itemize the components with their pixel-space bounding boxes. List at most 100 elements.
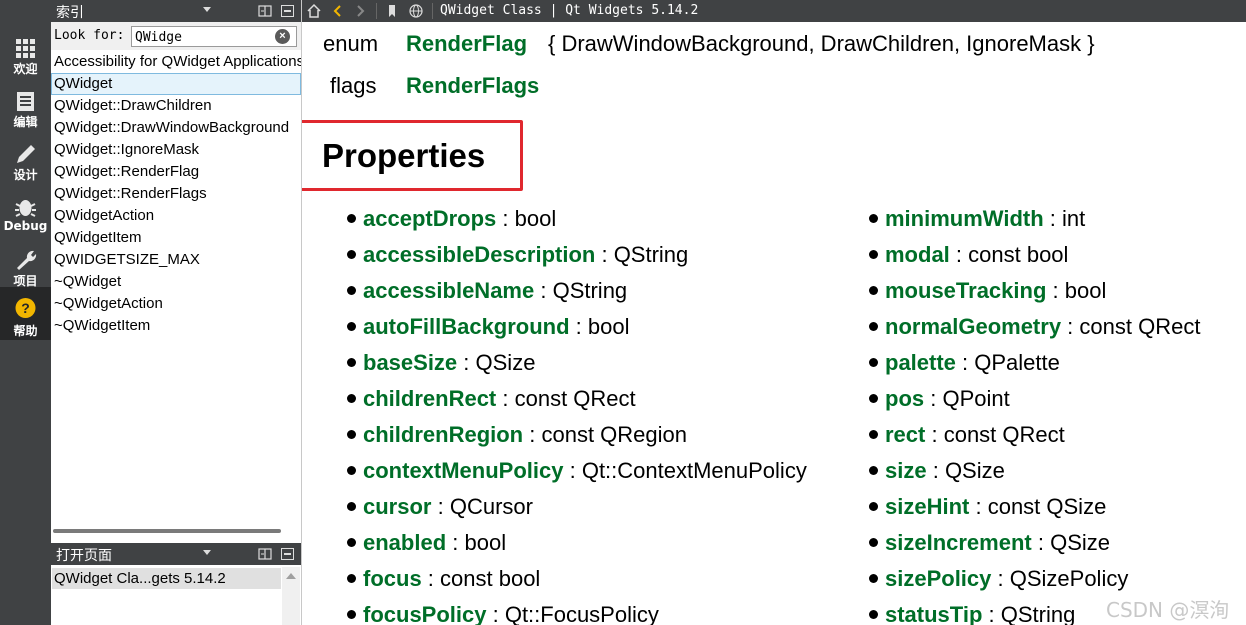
property-separator: : <box>457 350 476 375</box>
index-list-item[interactable]: ~QWidgetItem <box>51 315 301 337</box>
property-type: int <box>1062 206 1086 231</box>
mode-help[interactable]: ? 帮助 <box>0 287 51 340</box>
horizontal-scrollbar[interactable] <box>53 529 281 533</box>
property-name-link[interactable]: modal <box>885 242 950 267</box>
property-name-link[interactable]: sizeIncrement <box>885 530 1032 555</box>
property-type: QString <box>552 278 628 303</box>
property-name-link[interactable]: rect <box>885 422 925 447</box>
lookfor-label: Look for: <box>54 28 125 43</box>
property-item: palette : QPalette <box>869 350 1060 380</box>
scroll-up-icon[interactable] <box>286 573 296 579</box>
index-list-item[interactable]: QWidgetItem <box>51 227 301 249</box>
property-type: bool <box>1064 278 1107 303</box>
property-name-link[interactable]: baseSize <box>363 350 457 375</box>
section-heading: Properties <box>322 137 486 174</box>
mode-edit[interactable]: 编辑 <box>0 84 51 137</box>
index-list-item[interactable]: QWidget::RenderFlag <box>51 161 301 183</box>
back-icon[interactable] <box>330 3 346 19</box>
chevron-down-icon[interactable] <box>203 7 211 12</box>
bullet-icon <box>869 430 878 439</box>
property-item: mouseTracking : bool <box>869 278 1106 308</box>
decl-name-link[interactable]: RenderFlag <box>406 31 527 57</box>
bullet-icon <box>869 358 878 367</box>
split-icon[interactable] <box>258 4 272 18</box>
mode-debug[interactable]: Debug <box>0 190 51 243</box>
bullet-icon <box>869 574 878 583</box>
property-type: Qt::ContextMenuPolicy <box>581 458 807 483</box>
bullet-icon <box>869 394 878 403</box>
property-name-link[interactable]: statusTip <box>885 602 982 625</box>
bookmark-icon[interactable] <box>384 3 400 19</box>
property-name-link[interactable]: childrenRegion <box>363 422 523 447</box>
index-list-item[interactable]: ~QWidgetAction <box>51 293 301 315</box>
property-separator: : <box>486 602 505 625</box>
chevron-down-icon[interactable] <box>203 550 211 555</box>
property-name-link[interactable]: focusPolicy <box>363 602 486 625</box>
forward-icon[interactable] <box>352 3 368 19</box>
mode-design[interactable]: 设计 <box>0 137 51 190</box>
property-name-link[interactable]: contextMenuPolicy <box>363 458 563 483</box>
property-type: QSize <box>475 350 536 375</box>
index-list-item[interactable]: QWidget::DrawWindowBackground <box>51 117 301 139</box>
property-name-link[interactable]: palette <box>885 350 956 375</box>
property-type: QPalette <box>974 350 1060 375</box>
property-separator: : <box>1046 278 1065 303</box>
property-name-link[interactable]: normalGeometry <box>885 314 1061 339</box>
help-toolbar: QWidget Class | Qt Widgets 5.14.2 <box>302 0 1246 22</box>
property-item: pos : QPoint <box>869 386 1010 416</box>
index-list-item[interactable]: QWidget::DrawChildren <box>51 95 301 117</box>
index-list: Accessibility for QWidget Applications QW… <box>51 51 301 529</box>
property-name-link[interactable]: autoFillBackground <box>363 314 570 339</box>
property-name-link[interactable]: minimumWidth <box>885 206 1044 231</box>
close-pane-icon[interactable] <box>281 5 294 17</box>
index-list-item[interactable]: QWIDGETSIZE_MAX <box>51 249 301 271</box>
index-list-item[interactable]: QWidget <box>51 73 301 95</box>
property-name-link[interactable]: sizePolicy <box>885 566 991 591</box>
index-list-item[interactable]: Accessibility for QWidget Applications <box>51 51 301 73</box>
split-icon[interactable] <box>258 547 272 561</box>
property-type: bool <box>514 206 557 231</box>
index-list-item[interactable]: QWidget::RenderFlags <box>51 183 301 205</box>
property-separator: : <box>534 278 553 303</box>
mode-label: Debug <box>3 219 48 233</box>
property-item: acceptDrops : bool <box>347 206 556 236</box>
property-item: accessibleDescription : QString <box>347 242 688 272</box>
mode-welcome[interactable]: 欢迎 <box>0 31 51 84</box>
property-separator: : <box>969 494 988 519</box>
bullet-icon <box>869 502 878 511</box>
home-icon[interactable] <box>306 3 322 19</box>
property-name-link[interactable]: mouseTracking <box>885 278 1046 303</box>
property-name-link[interactable]: enabled <box>363 530 446 555</box>
bullet-icon <box>347 502 356 511</box>
clear-icon[interactable]: × <box>275 29 290 44</box>
open-pages-header: 打开页面 <box>51 543 301 565</box>
property-name-link[interactable]: acceptDrops <box>363 206 496 231</box>
property-name-link[interactable]: accessibleDescription <box>363 242 595 267</box>
index-list-item[interactable]: QWidgetAction <box>51 205 301 227</box>
index-list-item[interactable]: ~QWidget <box>51 271 301 293</box>
open-page-item[interactable]: QWidget Cla...gets 5.14.2 <box>52 568 281 589</box>
mode-label: 帮助 <box>13 324 38 338</box>
index-list-item[interactable]: QWidget::IgnoreMask <box>51 139 301 161</box>
property-name-link[interactable]: size <box>885 458 927 483</box>
bullet-icon <box>347 214 356 223</box>
property-item: focus : const bool <box>347 566 540 596</box>
bullet-icon <box>869 214 878 223</box>
close-pane-icon[interactable] <box>281 548 294 560</box>
property-separator: : <box>496 206 515 231</box>
property-name-link[interactable]: sizeHint <box>885 494 969 519</box>
index-pane-title[interactable]: 索引 <box>56 2 84 22</box>
property-name-link[interactable]: cursor <box>363 494 431 519</box>
decl-name-link[interactable]: RenderFlags <box>406 73 539 99</box>
globe-icon[interactable] <box>408 3 424 19</box>
bullet-icon <box>347 574 356 583</box>
property-name-link[interactable]: accessibleName <box>363 278 534 303</box>
property-item: sizeHint : const QSize <box>869 494 1106 524</box>
property-name-link[interactable]: childrenRect <box>363 386 496 411</box>
open-pages-pane: 打开页面 QWidget Cla...gets 5.14.2 <box>51 543 301 625</box>
property-separator: : <box>982 602 1001 625</box>
property-name-link[interactable]: focus <box>363 566 422 591</box>
property-name-link[interactable]: pos <box>885 386 924 411</box>
open-pages-title[interactable]: 打开页面 <box>56 545 112 565</box>
search-input[interactable] <box>131 26 297 47</box>
